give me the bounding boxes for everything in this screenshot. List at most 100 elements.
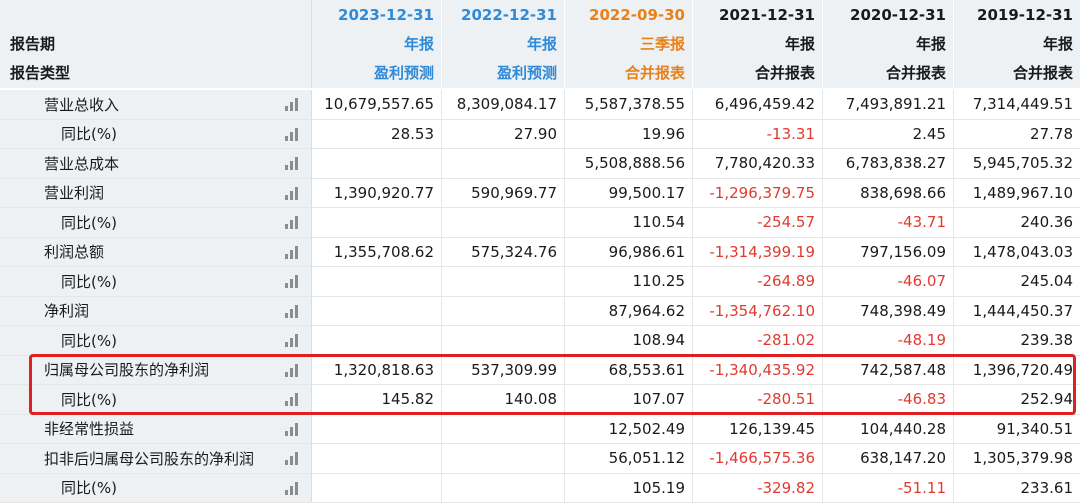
table-row: 同比(%)105.19-329.82-51.11233.61 [0,474,1080,503]
header-period-col1: 年报 [312,29,442,59]
row-label-text: 非经常性损益 [0,418,134,439]
header-date-col5: 2020-12-31 [823,0,954,30]
table-cell: 245.04 [954,267,1080,296]
row-label: 非经常性损益 [0,415,312,444]
table-cell: 7,314,449.51 [954,90,1080,119]
row-label: 同比(%) [0,326,312,355]
table-cell [442,415,565,444]
table-cell: -264.89 [693,267,823,296]
table-cell [442,297,565,326]
header-type-col2: 盈利预测 [442,58,565,88]
table-cell [312,208,442,237]
table-cell: 5,508,888.56 [565,149,693,178]
table-cell: 742,587.48 [823,356,954,385]
row-label-text: 同比(%) [0,477,117,498]
row-label-text: 营业总收入 [0,94,119,115]
header-period-col6: 年报 [954,29,1080,59]
table-row: 归属母公司股东的净利润1,320,818.63537,309.9968,553.… [0,356,1080,386]
bar-chart-icon[interactable] [285,215,299,229]
table-cell [312,267,442,296]
row-label-text: 同比(%) [0,212,117,233]
table-row: 营业利润1,390,920.77590,969.7799,500.17-1,29… [0,179,1080,209]
header-type-col6: 合并报表 [954,58,1080,88]
table-cell: 12,502.49 [565,415,693,444]
table-cell: 145.82 [312,385,442,414]
table-cell: 10,679,557.65 [312,90,442,119]
table-cell: 537,309.99 [442,356,565,385]
table-cell: 575,324.76 [442,238,565,267]
table-cell: 5,587,378.55 [565,90,693,119]
table-cell: 87,964.62 [565,297,693,326]
table-cell: -280.51 [693,385,823,414]
bar-chart-icon[interactable] [285,156,299,170]
table-cell: -43.71 [823,208,954,237]
bar-chart-icon[interactable] [285,392,299,406]
table-cell: 1,305,379.98 [954,444,1080,473]
row-label-text: 同比(%) [0,330,117,351]
table-row: 非经常性损益 12,502.49126,139.45104,440.2891,34… [0,415,1080,445]
table-cell: 105.19 [565,474,693,503]
bar-chart-icon[interactable] [285,245,299,259]
table-row: 营业总收入10,679,557.658,309,084.175,587,378.… [0,90,1080,120]
row-label-text: 扣非后归属母公司股东的净利润 [0,448,254,469]
table-row: 同比(%)145.82140.08107.07-280.51-46.83252.… [0,385,1080,415]
row-label: 归属母公司股东的净利润 [0,356,312,385]
row-label-text: 同比(%) [0,123,117,144]
table-cell [442,326,565,355]
bar-chart-icon[interactable] [285,186,299,200]
table-cell: 110.54 [565,208,693,237]
table-cell: 240.36 [954,208,1080,237]
table-cell [442,267,565,296]
table-cell: 1,396,720.49 [954,356,1080,385]
bar-chart-icon[interactable] [285,304,299,318]
header-label-type: 报告类型 [0,58,312,88]
header-row-period: 报告期 年报 年报 三季报 年报 年报 年报 [0,29,1080,59]
table-cell: 126,139.45 [693,415,823,444]
row-label-text: 归属母公司股东的净利润 [0,359,209,380]
table-cell: 68,553.61 [565,356,693,385]
bar-chart-icon[interactable] [285,363,299,377]
table-cell: 28.53 [312,120,442,149]
row-label: 同比(%) [0,385,312,414]
table-cell: 2.45 [823,120,954,149]
header-date-col2: 2022-12-31 [442,0,565,30]
table-row: 营业总成本5,508,888.567,780,420.336,783,838.2… [0,149,1080,179]
row-label-text: 营业总成本 [0,153,119,174]
table-cell: -46.83 [823,385,954,414]
table-row: 同比(%)110.54-254.57-43.71240.36 [0,208,1080,238]
table-cell [312,444,442,473]
bar-chart-icon[interactable] [285,127,299,141]
table-cell: 91,340.51 [954,415,1080,444]
table-cell: 590,969.77 [442,179,565,208]
header-date-col4: 2021-12-31 [693,0,823,30]
table-cell: 7,493,891.21 [823,90,954,119]
bar-chart-icon[interactable] [285,274,299,288]
bar-chart-icon[interactable] [285,97,299,111]
table-cell: 5,945,705.32 [954,149,1080,178]
table-cell: 110.25 [565,267,693,296]
table-cell: -1,340,435.92 [693,356,823,385]
table-cell: 6,496,459.42 [693,90,823,119]
table-cell: -13.31 [693,120,823,149]
header-type-col3: 合并报表 [565,58,693,88]
bar-chart-icon[interactable] [285,422,299,436]
table-cell: 1,444,450.37 [954,297,1080,326]
bar-chart-icon[interactable] [285,481,299,495]
table-row: 利润总额1,355,708.62575,324.7696,986.61-1,31… [0,238,1080,268]
header-label-blank [0,0,312,30]
row-label: 同比(%) [0,208,312,237]
bar-chart-icon[interactable] [285,451,299,465]
bar-chart-icon[interactable] [285,333,299,347]
header-type-col5: 合并报表 [823,58,954,88]
table-cell: 748,398.49 [823,297,954,326]
header-date-col6: 2019-12-31 [954,0,1080,30]
table-row: 净利润87,964.62-1,354,762.10748,398.491,444… [0,297,1080,327]
table-cell [312,297,442,326]
row-label: 营业利润 [0,179,312,208]
table-cell: 104,440.28 [823,415,954,444]
header-type-col1: 盈利预测 [312,58,442,88]
table-cell [312,415,442,444]
table-cell: 27.90 [442,120,565,149]
table-cell: -329.82 [693,474,823,503]
row-label: 同比(%) [0,474,312,503]
